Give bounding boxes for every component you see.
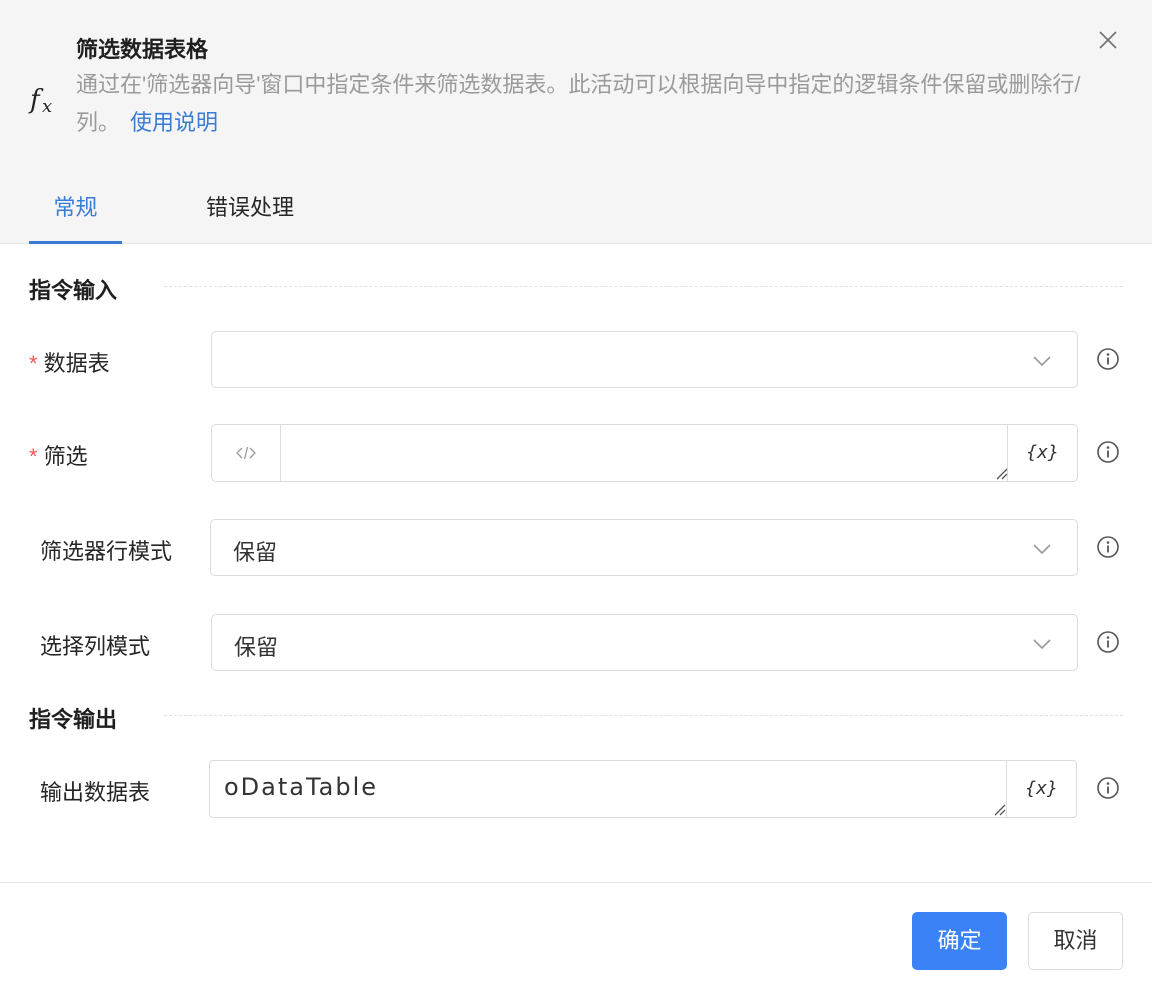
info-icon[interactable]: [1096, 347, 1120, 371]
section-title-input: 指令输入: [29, 278, 118, 303]
code-editor-button[interactable]: [212, 425, 281, 481]
filter-input-group: {x}: [211, 424, 1078, 482]
chevron-down-icon: [1033, 356, 1051, 367]
info-icon[interactable]: [1096, 440, 1120, 464]
dialog-header: f x 筛选数据表格 通过在'筛选器向导'窗口中指定条件来筛选数据表。此活动可以…: [0, 0, 1152, 244]
cancel-button[interactable]: 取消: [1028, 912, 1123, 970]
dialog-title: 筛选数据表格: [76, 37, 209, 62]
field-label-data-table: * 数据表: [29, 346, 110, 378]
code-icon: [236, 446, 256, 460]
output-table-input[interactable]: oDataTable: [210, 761, 1007, 817]
field-label-filter: * 筛选: [29, 439, 88, 471]
chevron-down-icon: [1033, 639, 1051, 650]
confirm-button[interactable]: 确定: [912, 912, 1007, 970]
description-text: 通过在'筛选器向导'窗口中指定条件来筛选数据表。此活动可以根据向导中指定的逻辑条…: [76, 72, 1081, 135]
required-mark: *: [29, 444, 38, 469]
section-title-output: 指令输出: [29, 707, 118, 732]
close-icon[interactable]: [1096, 28, 1120, 52]
info-icon[interactable]: [1096, 776, 1120, 800]
help-link[interactable]: 使用说明: [130, 110, 218, 135]
required-mark: *: [29, 351, 38, 376]
row-mode-value: 保留: [233, 540, 278, 565]
chevron-down-icon: [1033, 544, 1051, 555]
field-label-column-mode: 选择列模式: [40, 634, 151, 659]
info-icon[interactable]: [1096, 630, 1120, 654]
variable-button[interactable]: {x}: [1006, 761, 1076, 817]
filter-label: 筛选: [43, 444, 88, 469]
section-divider: [164, 286, 1123, 287]
variable-button[interactable]: {x}: [1007, 425, 1077, 481]
footer-divider: [0, 882, 1152, 883]
column-mode-select[interactable]: 保留: [211, 614, 1078, 671]
resize-handle-icon[interactable]: [992, 802, 1006, 816]
section-divider: [164, 715, 1123, 716]
column-mode-value: 保留: [234, 635, 279, 660]
data-table-label: 数据表: [43, 351, 110, 376]
field-label-row-mode: 筛选器行模式: [40, 539, 173, 564]
fx-icon: f x: [28, 85, 52, 116]
info-icon[interactable]: [1096, 535, 1120, 559]
svg-text:x: x: [42, 96, 52, 116]
output-table-input-group: oDataTable {x}: [209, 760, 1077, 818]
field-label-output-table: 输出数据表: [40, 780, 151, 805]
row-mode-select[interactable]: 保留: [210, 519, 1078, 576]
resize-handle-icon[interactable]: [994, 466, 1008, 480]
tab-general[interactable]: 常规: [29, 190, 122, 244]
tab-error-handling[interactable]: 错误处理: [184, 190, 316, 244]
filter-input[interactable]: [282, 425, 1009, 481]
data-table-select[interactable]: [211, 331, 1078, 388]
dialog-description: 通过在'筛选器向导'窗口中指定条件来筛选数据表。此活动可以根据向导中指定的逻辑条…: [76, 66, 1096, 142]
